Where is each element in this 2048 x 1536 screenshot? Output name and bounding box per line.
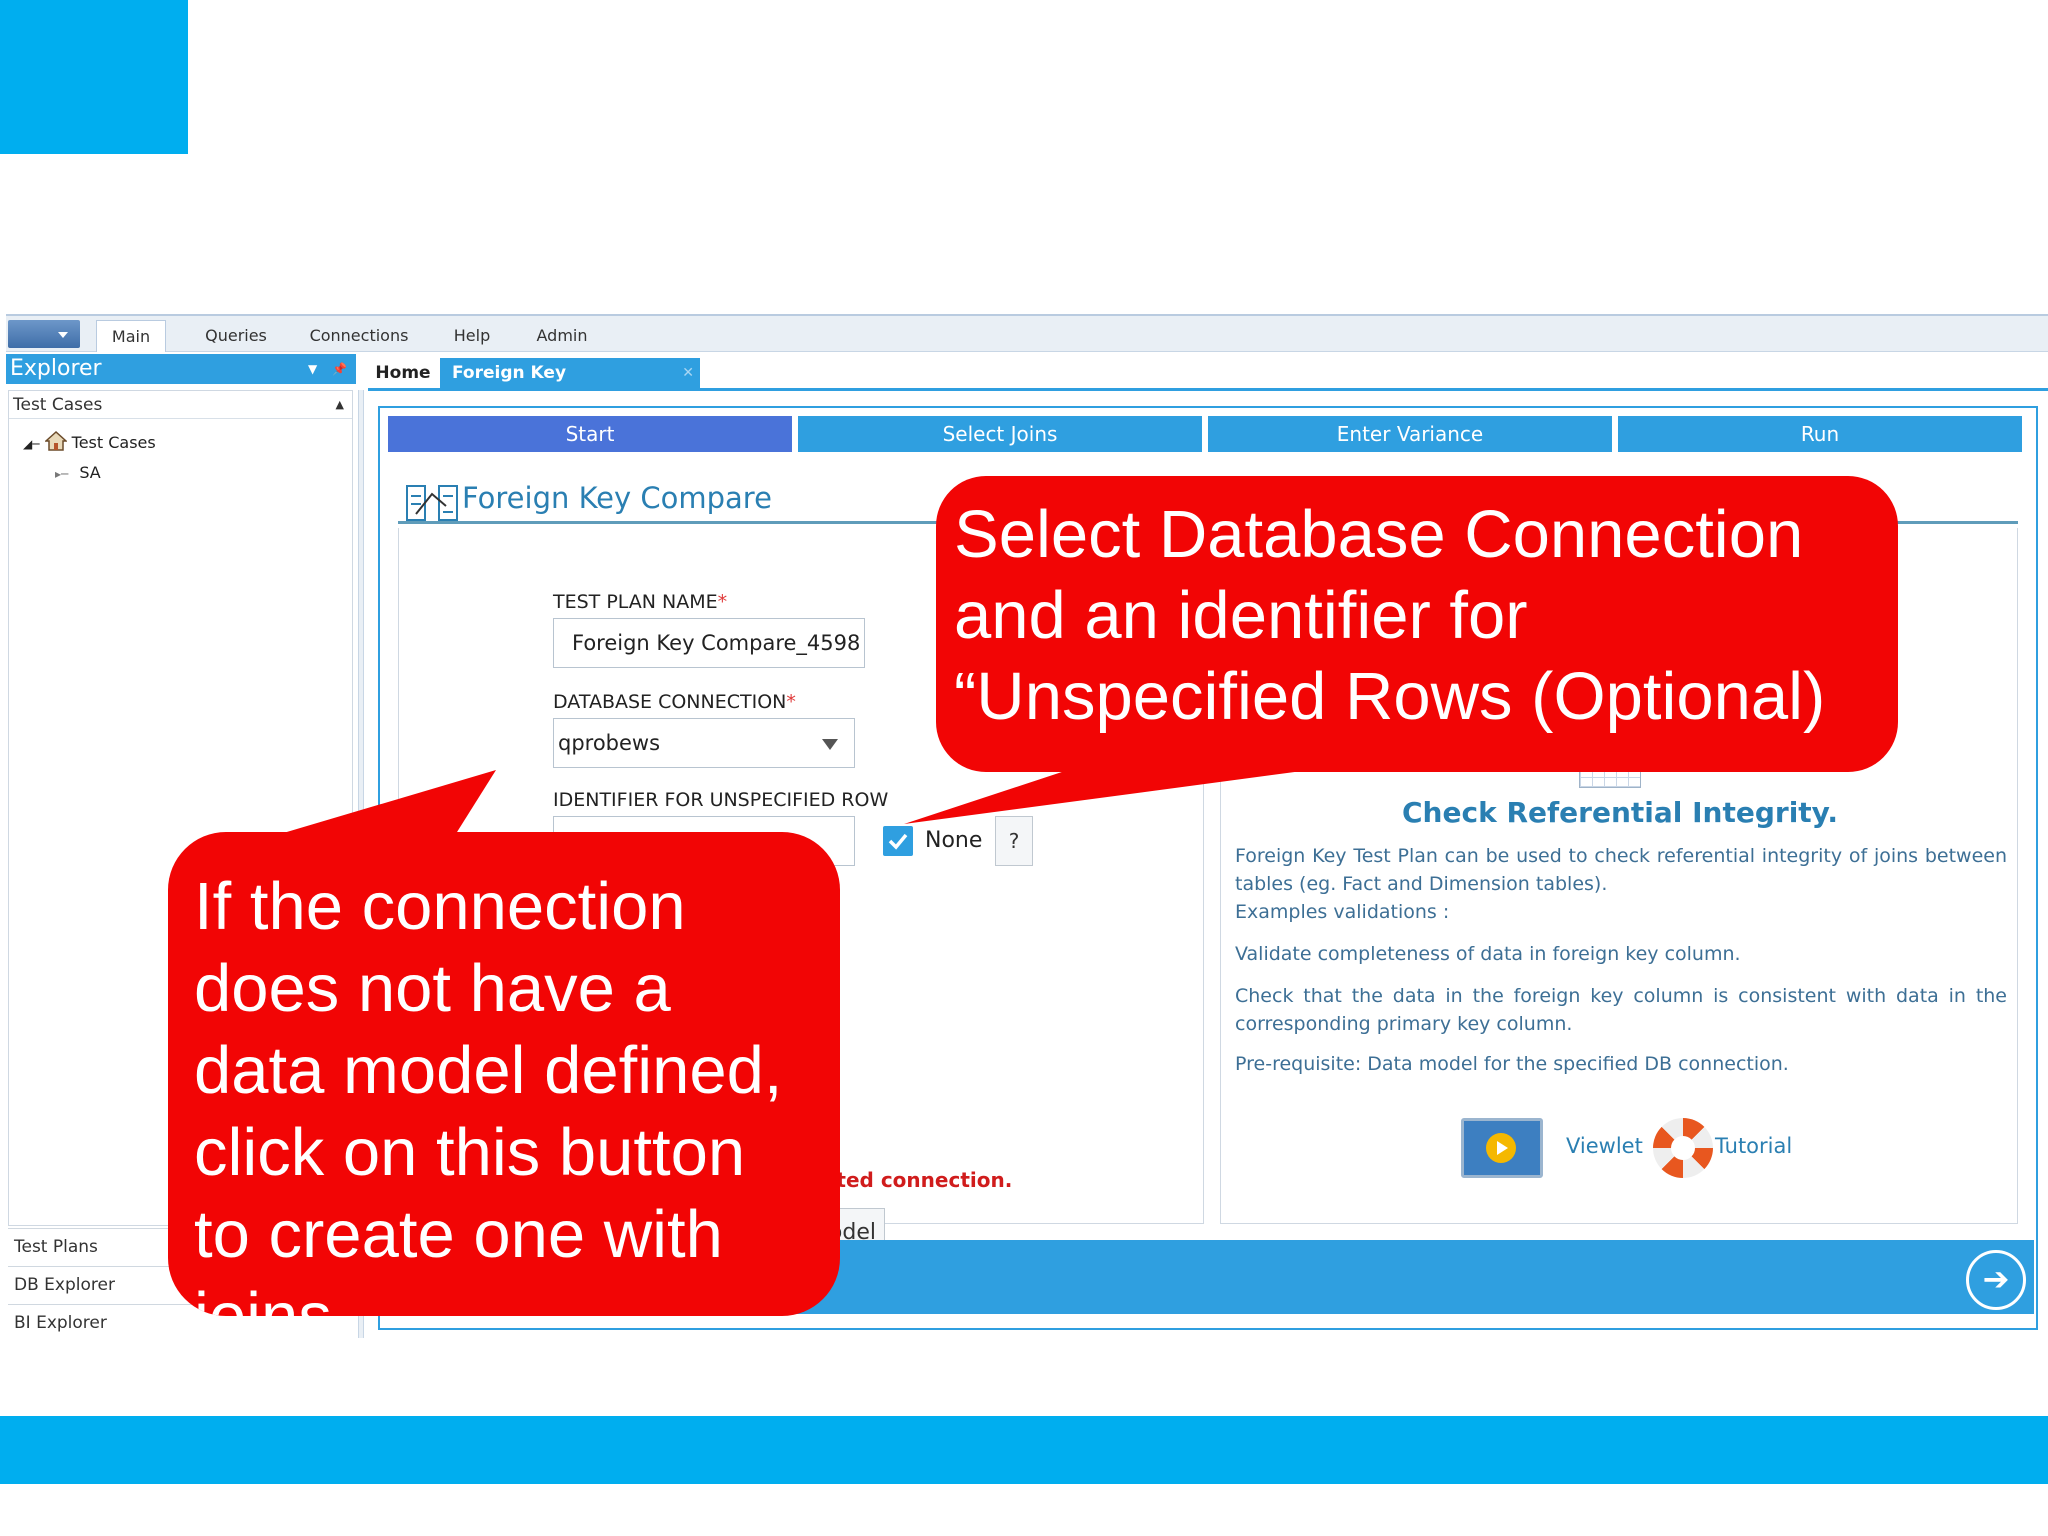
explorer-header: Explorer ▼ 📌 <box>6 354 356 384</box>
info-paragraph: Validate completeness of data in foreign… <box>1235 943 1741 965</box>
close-icon[interactable]: ✕ <box>682 358 694 388</box>
explorer-dropdown-icon[interactable]: ▼ <box>308 354 317 384</box>
info-paragraph: Check that the data in the foreign key c… <box>1235 985 2007 1035</box>
viewlet-link[interactable]: Viewlet <box>1566 1134 1643 1158</box>
foreign-key-icon <box>406 485 458 521</box>
slide-corner-decoration <box>0 0 188 154</box>
info-paragraph: Foreign Key Test Plan can be used to che… <box>1235 845 2007 895</box>
pin-icon[interactable]: 📌 <box>332 354 347 384</box>
next-button[interactable]: ➔ <box>1966 1250 2026 1310</box>
app-menu-button[interactable] <box>8 320 80 348</box>
arrow-right-icon: ➔ <box>1982 1260 2010 1298</box>
lifebuoy-icon[interactable] <box>1653 1118 1713 1178</box>
menu-tab-help[interactable]: Help <box>442 320 502 352</box>
callout-line: Select Database Connection <box>954 497 1804 572</box>
play-video-icon[interactable] <box>1461 1118 1543 1178</box>
expand-triangle-icon[interactable]: ◢─ <box>23 437 39 451</box>
content-divider <box>368 388 2048 391</box>
step-tab-run[interactable]: Run <box>1618 416 2022 452</box>
test-plan-name-label: TEST PLAN NAME* <box>553 591 728 613</box>
callout-line: does not have a <box>194 951 671 1026</box>
page-title: Foreign Key Compare <box>462 481 772 515</box>
slide-bottom-band <box>0 1416 2048 1484</box>
identifier-label: IDENTIFIER FOR UNSPECIFIED ROW <box>553 789 889 811</box>
step-tab-select-joins[interactable]: Select Joins <box>798 416 1202 452</box>
house-icon <box>43 430 68 451</box>
database-connection-value: qprobews <box>558 731 661 755</box>
menu-tab-queries[interactable]: Queries <box>196 320 276 352</box>
menu-bar: Main Queries Connections Help Admin <box>6 314 2048 352</box>
callout-line: to create one with <box>194 1197 723 1272</box>
step-tab-start[interactable]: Start <box>388 416 792 452</box>
doc-tab-home[interactable]: Home <box>368 358 438 388</box>
database-connection-select[interactable]: qprobews <box>553 718 855 768</box>
doc-tab-foreign-key-compare[interactable]: Foreign Key Compare4598 ✕ <box>440 358 700 413</box>
callout-line: If the connection <box>194 869 686 944</box>
menu-tab-admin[interactable]: Admin <box>528 320 596 352</box>
tree-node-test-cases[interactable]: ◢─ Test Cases <box>23 430 156 456</box>
chevron-down-icon <box>822 739 838 750</box>
step-tab-enter-variance[interactable]: Enter Variance <box>1208 416 1612 452</box>
collapse-up-icon[interactable]: ▲ <box>336 391 344 419</box>
callout-create-data-model: If the connection does not have a data m… <box>168 832 840 1316</box>
explorer-title: Explorer <box>10 356 102 381</box>
callout-line: and an identifier for <box>954 578 1528 653</box>
database-connection-label: DATABASE CONNECTION* <box>553 691 796 713</box>
none-label: None <box>925 828 983 853</box>
callout-line: joins. <box>194 1276 840 1316</box>
menu-tab-main[interactable]: Main <box>96 320 166 352</box>
callout-line: data model defined, <box>194 1033 783 1108</box>
tree-node-label: SA <box>79 463 101 482</box>
none-checkbox[interactable] <box>883 826 913 856</box>
checkmark-icon <box>888 833 908 850</box>
collapsed-arrow-icon[interactable]: ▸─ <box>55 467 68 481</box>
help-button[interactable]: ? <box>995 816 1033 866</box>
callout-select-connection: Select Database Connection and an identi… <box>936 476 1898 772</box>
callout-line: click on this button <box>194 1115 746 1190</box>
test-plan-name-input[interactable]: Foreign Key Compare_4598 <box>553 618 865 668</box>
tree-header: Test Cases ▲ <box>9 391 352 419</box>
info-paragraph: Pre-requisite: Data model for the specif… <box>1235 1053 1789 1075</box>
menu-tab-connections[interactable]: Connections <box>302 320 416 352</box>
tree-header-label: Test Cases <box>13 395 103 415</box>
error-message: ected connection. <box>811 1168 1013 1192</box>
info-heading: Check Referential Integrity. <box>1402 796 1838 829</box>
info-paragraph: Examples validations : <box>1235 901 1450 923</box>
tree-node-sa[interactable]: ▸─ SA <box>55 461 101 486</box>
tree-node-label: Test Cases <box>71 433 156 452</box>
tutorial-link[interactable]: Tutorial <box>1715 1134 1792 1158</box>
callout-line: “Unspecified Rows (Optional) <box>954 659 1826 734</box>
